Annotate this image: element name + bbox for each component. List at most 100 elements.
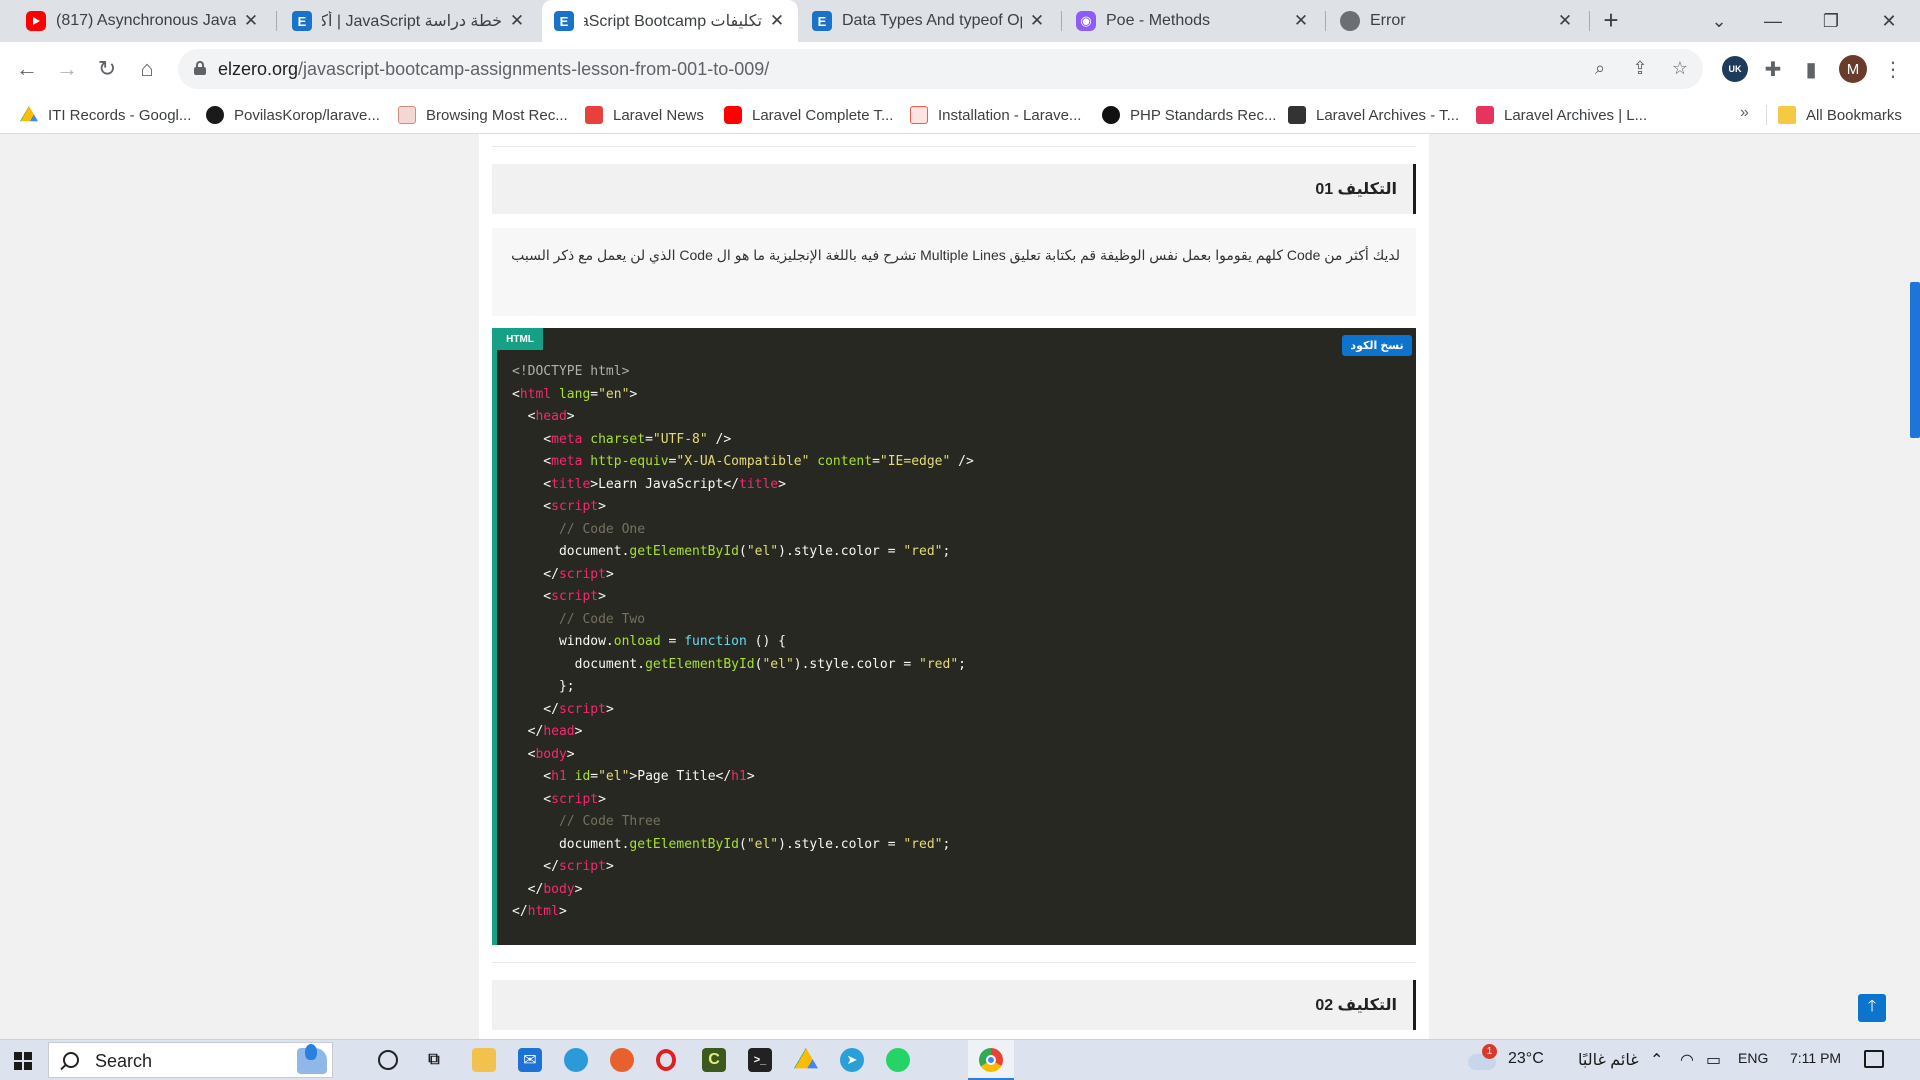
tab-title: Poe - Methods (1106, 12, 1211, 29)
minimize-icon[interactable]: — (1750, 0, 1796, 42)
code-line: <head> (512, 409, 575, 424)
scrollbar-thumb[interactable] (1910, 282, 1920, 438)
vpn-extension-icon[interactable]: UK (1722, 56, 1748, 82)
lock-icon[interactable] (194, 61, 206, 75)
profile-avatar[interactable]: M (1839, 55, 1867, 83)
back-icon[interactable]: ← (12, 54, 42, 84)
code-content[interactable]: <!DOCTYPE html> <html lang="en"> <head> <… (512, 361, 974, 924)
weather-temp[interactable]: 23°C (1508, 1050, 1544, 1068)
home-icon[interactable]: ⌂ (132, 54, 162, 84)
tab-study-plan[interactable]: E خطة دراسة JavaScript | أكاد ✕ (280, 0, 538, 42)
bookmarks-bar: ITI Records - Googl... PovilasKorop/lara… (0, 96, 1920, 134)
code-language-label: HTML (497, 328, 543, 350)
page-viewport: التكليف 01 لديك أكثر من Code كلهم يقوموا… (0, 134, 1920, 1039)
new-tab-button[interactable]: + (1598, 7, 1624, 34)
windows-taskbar: Search ⧉ ✉ C >_ ➤ 1 23°C غائم غالبًا ⌃ ◠… (0, 1039, 1920, 1080)
bookmark-item[interactable]: Laravel Archives | L... (1476, 104, 1647, 126)
edge-icon[interactable] (564, 1048, 588, 1072)
google-drive-icon[interactable] (794, 1048, 818, 1069)
forward-icon[interactable]: → (52, 54, 82, 84)
tab-data-types[interactable]: E Data Types And typeof Op ✕ (800, 0, 1058, 42)
tray-chevron-up-icon[interactable]: ⌃ (1650, 1050, 1663, 1070)
tab-title: (817) Asynchronous JavaSc (56, 12, 236, 29)
restore-icon[interactable]: ❐ (1808, 0, 1854, 42)
close-icon[interactable]: ✕ (1556, 11, 1574, 31)
bookmark-star-icon[interactable]: ☆ (1669, 58, 1691, 80)
share-icon[interactable]: ⇪ (1629, 58, 1651, 80)
close-icon[interactable]: ✕ (768, 11, 786, 31)
bookmark-item[interactable]: Installation - Larave... (910, 104, 1081, 126)
close-icon[interactable]: ✕ (508, 11, 526, 31)
search-highlight-icon (305, 1044, 317, 1060)
tab-youtube[interactable]: (817) Asynchronous JavaSc ✕ (14, 0, 272, 42)
code-line: <!DOCTYPE html> (512, 364, 630, 379)
article-content: التكليف 01 لديك أكثر من Code كلهم يقوموا… (479, 134, 1429, 1039)
folder-icon (1778, 106, 1796, 124)
code-line: document.getElementById("el").style.colo… (512, 656, 966, 672)
tab-separator (1325, 11, 1326, 31)
bookmark-item[interactable]: Laravel Archives - T... (1288, 104, 1459, 126)
language-indicator[interactable]: ENG (1738, 1050, 1768, 1066)
terminal-icon[interactable]: >_ (748, 1048, 772, 1072)
telegram-icon[interactable]: ➤ (840, 1048, 864, 1072)
bookmark-label: Laravel Complete T... (752, 106, 894, 124)
globe-icon (1340, 11, 1360, 31)
zoom-icon[interactable]: ⌕ (1589, 58, 1611, 80)
extensions-puzzle-icon[interactable]: ✚ (1760, 56, 1786, 82)
side-panel-icon[interactable]: ▮ (1798, 56, 1824, 82)
opera-icon[interactable] (656, 1049, 676, 1071)
weather-description[interactable]: غائم غالبًا (1578, 1050, 1639, 1070)
firefox-icon[interactable] (610, 1048, 634, 1072)
close-icon[interactable]: ✕ (1028, 11, 1046, 31)
bookmarks-overflow-button[interactable]: » (1740, 104, 1749, 122)
tab-separator (1061, 11, 1062, 31)
bookmark-item[interactable]: PovilasKorop/larave... (206, 104, 380, 126)
notification-center-icon[interactable] (1864, 1050, 1884, 1068)
code-line: // Code Two (512, 611, 646, 627)
reload-icon[interactable]: ↻ (92, 54, 122, 84)
code-line: window.onload = function () { (512, 634, 786, 649)
code-editor-icon[interactable]: C (702, 1048, 726, 1072)
weather-icon[interactable]: 1 (1468, 1044, 1498, 1074)
bookmark-item[interactable]: Laravel News (585, 104, 704, 126)
cortana-icon[interactable] (378, 1050, 398, 1070)
address-bar[interactable]: elzero.org/javascript-bootcamp-assignmen… (178, 49, 1703, 89)
url-text[interactable]: elzero.org/javascript-bootcamp-assignmen… (218, 59, 769, 80)
whatsapp-icon[interactable] (886, 1048, 910, 1072)
tab-error[interactable]: Error ✕ (1328, 0, 1586, 42)
menu-kebab-icon[interactable]: ⋮ (1880, 56, 1906, 82)
window-close-icon[interactable]: ✕ (1866, 0, 1912, 42)
close-icon[interactable]: ✕ (1292, 11, 1310, 31)
bookmark-item[interactable]: Laravel Complete T... (724, 104, 893, 126)
all-bookmarks-button[interactable]: All Bookmarks (1778, 104, 1902, 126)
bookmark-item[interactable]: PHP Standards Rec... (1102, 104, 1276, 126)
code-line: document.getElementById("el").style.colo… (512, 544, 951, 559)
task-view-icon[interactable]: ⧉ (422, 1048, 446, 1072)
tab-bootcamp-assignments[interactable]: E تكليفات JavaScript Bootcamp ✕ (542, 0, 798, 42)
mail-icon[interactable]: ✉ (518, 1048, 542, 1072)
clock[interactable]: 7:11 PM (1790, 1050, 1841, 1066)
assignment-title: التكليف 02 (1315, 997, 1397, 1014)
copy-code-button[interactable]: نسخ الكود (1342, 335, 1412, 356)
bookmark-item[interactable]: ITI Records - Googl... (20, 104, 191, 126)
chrome-taskbar-button[interactable] (968, 1040, 1014, 1080)
elzero-icon: E (292, 11, 312, 31)
wifi-icon[interactable]: ◠ (1680, 1050, 1694, 1070)
tab-strip: (817) Asynchronous JavaSc ✕ E خطة دراسة … (0, 0, 1920, 42)
bookmark-label: Laravel Archives - T... (1316, 106, 1460, 124)
file-explorer-icon[interactable] (472, 1048, 496, 1072)
close-icon[interactable]: ✕ (242, 11, 260, 31)
php-fig-icon (1102, 106, 1120, 124)
youtube-icon (724, 106, 742, 124)
battery-icon[interactable]: ▭ (1706, 1050, 1721, 1070)
bookmark-item[interactable]: Browsing Most Rec... (398, 104, 568, 126)
code-line: <script> (512, 499, 606, 514)
tab-poe-methods[interactable]: ◉ Poe - Methods ✕ (1064, 0, 1322, 42)
laravel-news-icon (585, 106, 603, 124)
scroll-to-top-button[interactable]: 🡑 (1858, 994, 1886, 1022)
taskbar-search-box[interactable]: Search (48, 1042, 333, 1078)
tab-search-icon[interactable]: ⌄ (1696, 0, 1742, 42)
assignment-description: لديك أكثر من Code كلهم يقوموا بعمل نفس ا… (492, 228, 1416, 316)
divider (492, 962, 1416, 963)
windows-start-icon[interactable] (14, 1052, 32, 1070)
